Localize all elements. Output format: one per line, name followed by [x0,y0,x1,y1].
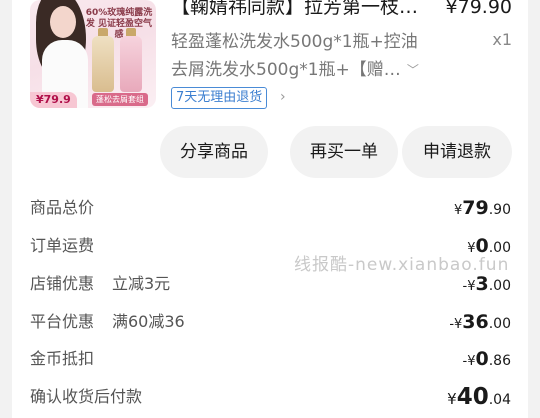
product-price: ¥79.90 [445,0,512,18]
spec-line-1: 轻盈蓬松洗发水500g*1瓶+控油 [171,32,418,52]
return-policy-badge[interactable]: 7天无理由退货 [171,87,268,109]
shampoo-bottle [120,36,142,92]
summary-amount: ¥79.90 [454,197,511,219]
summary-sublabel: 满60减36 [112,312,185,331]
summary-row-total: 商品总价 ¥79.90 [30,192,511,224]
chevron-down-icon[interactable]: ﹀ [407,56,419,84]
share-product-button[interactable]: 分享商品 [160,126,268,178]
summary-amount: -¥36.00 [449,311,511,333]
order-card: 60%玫瑰纯露洗发 见证轻盈空气感 ¥79.9 蓬松去屑套组 【鞠婧祎同款】拉芳… [12,0,528,418]
buy-again-button[interactable]: 再买一单 [290,126,398,178]
summary-label: 商品总价 [30,198,95,217]
thumbnail-price: 79.9 [43,93,71,106]
summary-row-pay-after-receipt: 确认收货后付款 ¥40.04 [30,381,511,413]
model-face [50,6,76,38]
product-title[interactable]: 【鞠婧祎同款】拉芳第一枝… [171,0,439,20]
request-refund-button[interactable]: 申请退款 [402,126,512,178]
summary-label: 平台优惠 [30,312,95,331]
thumbnail-headline: 60%玫瑰纯露洗发 见证轻盈空气感 [85,8,153,40]
product-quantity: x1 [492,30,512,49]
watermark-text: 线报酷-new.xianbao.fun [294,255,510,275]
chevron-right-icon[interactable]: › [280,87,286,107]
spec-line-2: 去屑洗发水500g*1瓶+【赠… [171,60,401,80]
summary-label: 订单运费 [30,236,95,255]
thumbnail-set-tag: 蓬松去屑套组 [92,93,148,106]
summary-amount: -¥0.86 [462,348,511,370]
summary-label: 金币抵扣 [30,349,95,368]
product-spec[interactable]: 轻盈蓬松洗发水500g*1瓶+控油 去屑洗发水500g*1瓶+【赠… ﹀ [171,28,426,84]
thumbnail-price-tag: ¥79.9 [30,92,77,108]
spec-line-2-wrap: 去屑洗发水500g*1瓶+【赠… ﹀ [171,56,426,84]
product-thumbnail[interactable]: 60%玫瑰纯露洗发 见证轻盈空气感 ¥79.9 蓬松去屑套组 [30,0,156,108]
summary-sublabel: 立减3元 [112,274,171,293]
shampoo-bottle [92,36,114,92]
summary-label: 确认收货后付款 [30,387,143,406]
summary-row-coin-deduction: 金币抵扣 -¥0.86 [30,343,511,375]
summary-row-platform-discount: 平台优惠 满60减36 -¥36.00 [30,306,511,338]
summary-label: 店铺优惠 [30,274,95,293]
summary-amount-total: ¥40.04 [447,384,511,410]
